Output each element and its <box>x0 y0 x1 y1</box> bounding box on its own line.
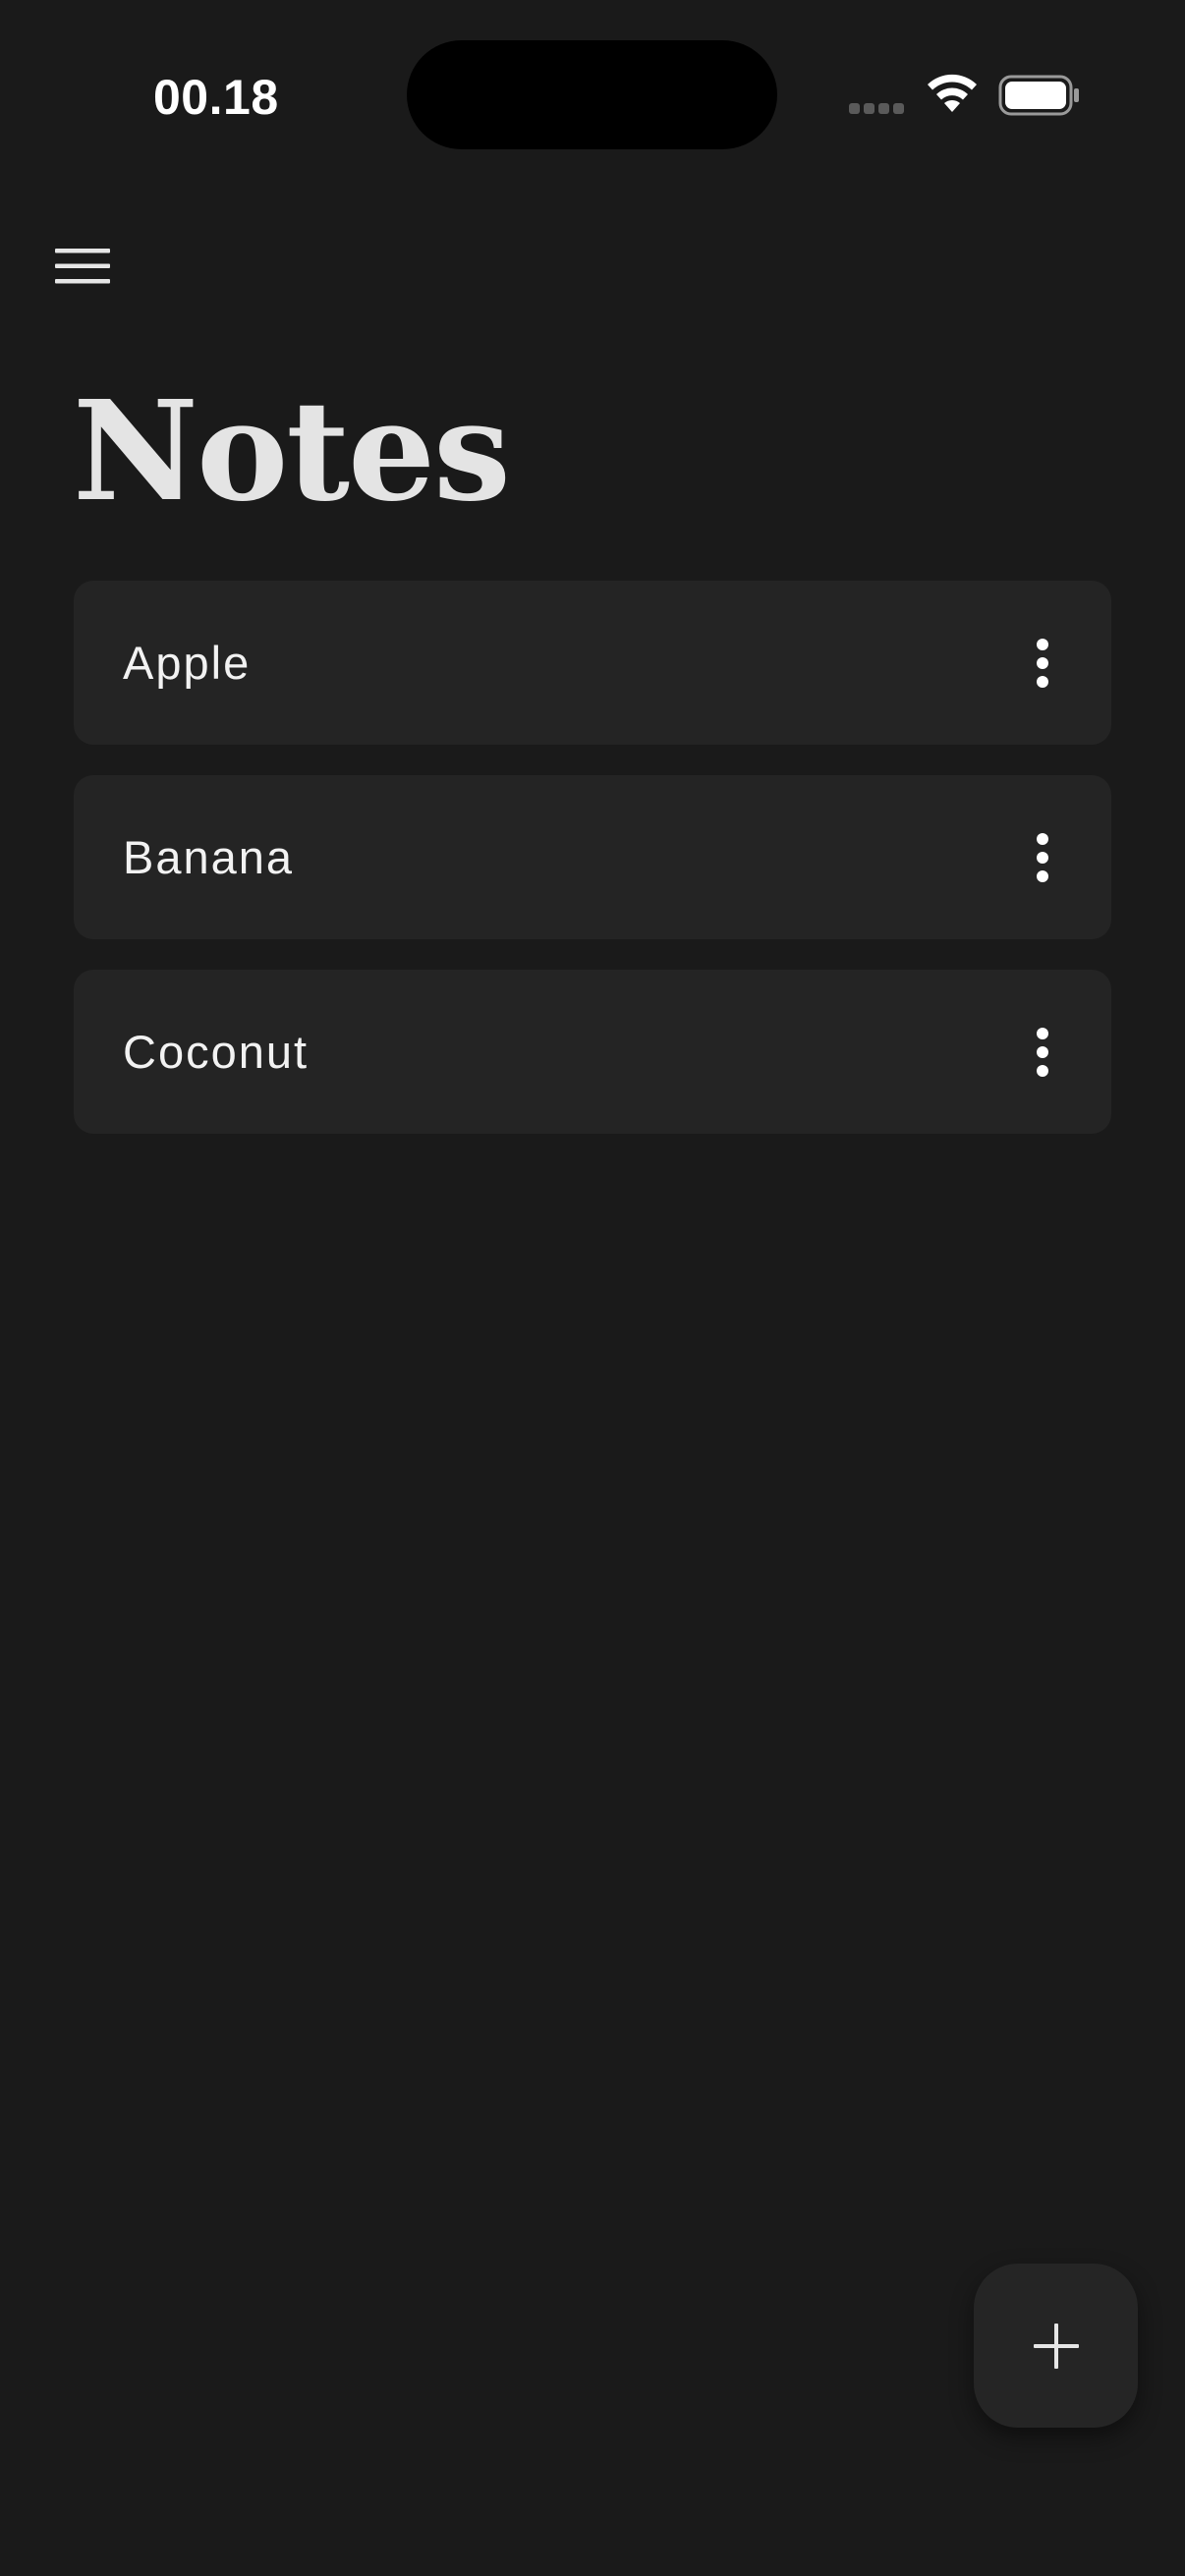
note-title: Banana <box>123 831 295 883</box>
note-item-apple[interactable]: Apple <box>74 581 1111 745</box>
note-menu-button[interactable] <box>993 1003 1092 1101</box>
note-menu-button[interactable] <box>993 809 1092 907</box>
plus-icon <box>1033 2323 1079 2369</box>
note-title: Coconut <box>123 1026 310 1078</box>
battery-icon <box>998 75 1079 116</box>
more-vertical-icon <box>1037 638 1048 688</box>
hamburger-menu-icon <box>55 249 110 284</box>
status-time: 00.18 <box>153 70 279 125</box>
add-note-button[interactable] <box>974 2264 1138 2428</box>
page-title: Notes <box>73 371 511 532</box>
menu-button[interactable] <box>45 232 120 301</box>
wifi-icon <box>928 74 977 112</box>
note-item-coconut[interactable]: Coconut <box>74 970 1111 1134</box>
notes-list: Apple Banana Coconut <box>74 581 1111 1134</box>
note-item-banana[interactable]: Banana <box>74 775 1111 939</box>
more-vertical-icon <box>1037 1027 1048 1077</box>
note-title: Apple <box>123 637 252 689</box>
cellular-signal-icon <box>849 103 908 115</box>
dynamic-island <box>407 40 777 149</box>
note-menu-button[interactable] <box>993 614 1092 712</box>
more-vertical-icon <box>1037 832 1048 882</box>
